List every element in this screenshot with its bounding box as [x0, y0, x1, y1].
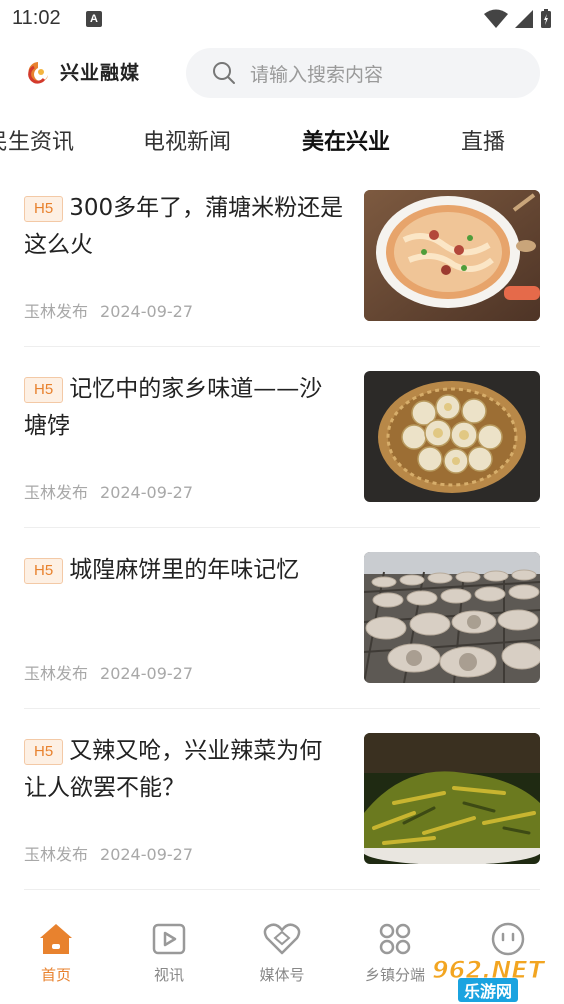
article-title: H5 城隍麻饼里的年味记忆 [24, 552, 344, 589]
watermark-subtext: 乐游网 [458, 978, 519, 1002]
article-date: 2024-09-27 [100, 664, 193, 683]
face-icon [491, 922, 525, 956]
h5-badge: H5 [24, 558, 64, 584]
search-input[interactable]: 请输入搜索内容 [186, 48, 540, 98]
article-meta: 玉林发布 2024-09-27 [24, 841, 193, 865]
wifi-icon [484, 9, 508, 28]
article-source: 玉林发布 [24, 845, 89, 864]
nav-home[interactable]: 首页 [6, 922, 106, 998]
grid-icon [379, 923, 411, 955]
search-placeholder: 请输入搜索内容 [250, 63, 384, 86]
article-meta: 玉林发布 2024-09-27 [24, 298, 193, 322]
article-source: 玉林发布 [24, 483, 89, 502]
article-date: 2024-09-27 [100, 302, 193, 321]
nav-video-label: 视讯 [153, 966, 184, 984]
status-icons [484, 9, 552, 29]
article-title-text: 城隍麻饼里的年味记忆 [69, 557, 300, 583]
app-logo[interactable]: 兴业融媒 [24, 58, 140, 85]
logo-icon [28, 61, 48, 84]
article-title: H5 又辣又呛，兴业辣菜为何让人欲罢不能？ [24, 733, 344, 807]
article-source: 玉林发布 [24, 664, 89, 683]
nav-home-label: 首页 [40, 966, 71, 984]
h5-badge: H5 [24, 196, 64, 222]
tab-tv-news[interactable]: 电视新闻 [143, 124, 231, 156]
list-item[interactable]: H5 300多年了，蒲塘米粉还是这么火 玉林发布 2024-09-27 [24, 190, 540, 370]
tab-live[interactable]: 直播 [461, 124, 505, 156]
category-tabs: 民生资讯 电视新闻 美在兴业 直播 [0, 118, 564, 164]
list-item[interactable]: H5 又辣又呛，兴业辣菜为何让人欲罢不能？ 玉林发布 2024-09-27 [24, 733, 540, 913]
nav-media-label: 媒体号 [259, 966, 305, 984]
app-name: 兴业融媒 [60, 62, 141, 84]
signal-icon [515, 10, 533, 28]
tab-minsheng[interactable]: 民生资讯 [0, 124, 74, 156]
status-time: 11:02 [12, 7, 61, 29]
app-indicator-icon: A [86, 11, 102, 27]
article-thumbnail [364, 552, 540, 683]
battery-icon [541, 9, 551, 28]
article-title-text: 300多年了，蒲塘米粉还是这么火 [24, 195, 344, 258]
h5-badge: H5 [24, 739, 64, 765]
article-meta: 玉林发布 2024-09-27 [24, 660, 193, 684]
article-title: H5 记忆中的家乡味道——沙塘饽 [24, 371, 344, 445]
list-item[interactable]: H5 城隍麻饼里的年味记忆 玉林发布 2024-09-27 [24, 552, 540, 732]
article-title-text: 又辣又呛，兴业辣菜为何让人欲罢不能？ [24, 738, 323, 801]
nav-video[interactable]: 视讯 [119, 922, 219, 998]
article-meta: 玉林发布 2024-09-27 [24, 479, 193, 503]
status-bar: 11:02 A [0, 0, 564, 38]
article-thumbnail [364, 371, 540, 502]
heart-icon [263, 923, 301, 955]
article-date: 2024-09-27 [100, 845, 193, 864]
search-icon [213, 62, 235, 84]
video-icon [152, 923, 186, 955]
divider [24, 889, 540, 890]
article-date: 2024-09-27 [100, 483, 193, 502]
nav-media[interactable]: 媒体号 [232, 922, 332, 998]
h5-badge: H5 [24, 377, 64, 403]
article-thumbnail [364, 733, 540, 864]
article-source: 玉林发布 [24, 302, 89, 321]
article-thumbnail [364, 190, 540, 321]
article-title: H5 300多年了，蒲塘米粉还是这么火 [24, 190, 344, 264]
divider [24, 346, 540, 347]
tab-meizai-xingye[interactable]: 美在兴业 [302, 124, 390, 156]
site-watermark: 962.NET 乐游网 [426, 952, 560, 1002]
home-icon [40, 924, 72, 954]
list-item[interactable]: H5 记忆中的家乡味道——沙塘饽 玉林发布 2024-09-27 [24, 371, 540, 551]
divider [24, 527, 540, 528]
divider [24, 708, 540, 709]
article-title-text: 记忆中的家乡味道——沙塘饽 [24, 376, 323, 439]
app-header: 兴业融媒 请输入搜索内容 [0, 46, 564, 100]
